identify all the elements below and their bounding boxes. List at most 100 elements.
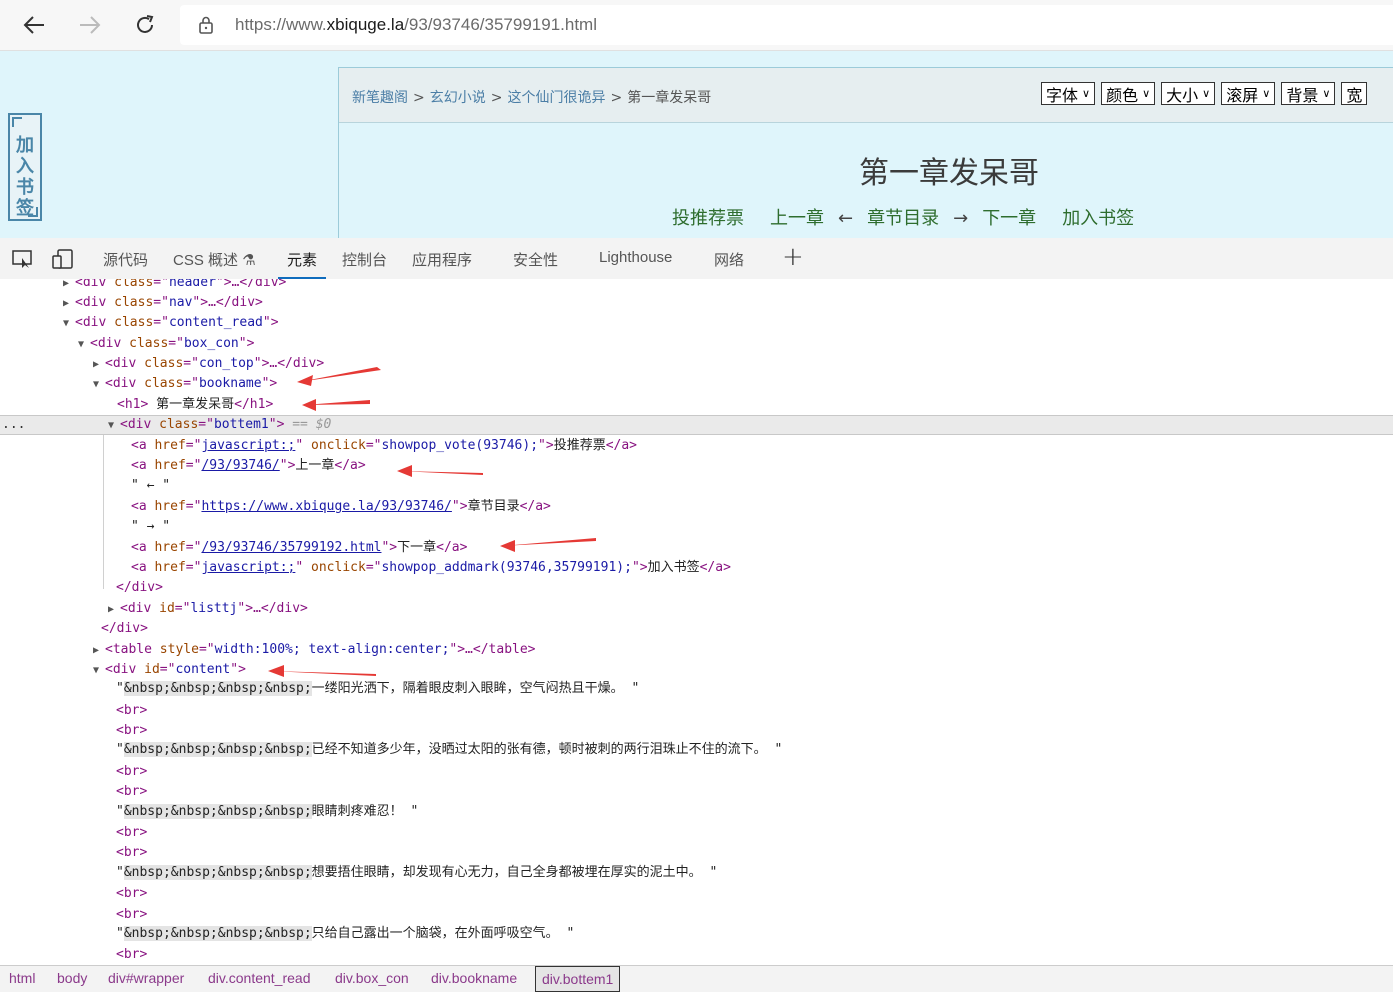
side-bookmark-button[interactable]: 加入书签 — [8, 113, 42, 221]
background-select[interactable]: 背景 ∨ — [1281, 82, 1336, 105]
dom-text-node[interactable]: "&nbsp;&nbsp;&nbsp;&nbsp;只给自己露出一个脑袋，在外面呼… — [116, 924, 574, 944]
width-select[interactable]: 宽 — [1341, 82, 1368, 105]
dom-node[interactable]: ▶ <div id="listtj">…</div> — [108, 599, 308, 619]
crumb-content-read[interactable]: div.content_read — [208, 970, 310, 986]
chevron-down-icon: ∨ — [1142, 87, 1151, 100]
refresh-button[interactable] — [129, 9, 161, 41]
dom-br[interactable]: <br> — [116, 823, 147, 843]
expand-arrow-icon[interactable]: ▶ — [63, 294, 75, 314]
add-tab-icon[interactable]: + — [782, 242, 804, 272]
breadcrumb-separator: > — [610, 90, 623, 106]
chapter-nav: 投推荐票 上一章 ← 章节目录 → 下一章 加入书签 — [672, 204, 1134, 230]
back-button[interactable] — [18, 9, 50, 41]
chevron-down-icon: ∨ — [1322, 87, 1331, 100]
dom-text-node[interactable]: " → " — [131, 517, 170, 537]
site-breadcrumb: 新笔趣阁 > 玄幻小说 > 这个仙门很诡异 > 第一章发呆哥 — [352, 87, 711, 107]
dom-node[interactable]: ▶ <div class="nav">…</div> — [63, 293, 263, 313]
tab-sources[interactable]: 源代码 — [103, 249, 148, 270]
tab-css-overview-label: CSS 概述 — [173, 252, 239, 269]
size-select[interactable]: 大小 ∨ — [1161, 82, 1216, 105]
crumb-wrapper[interactable]: div#wrapper — [108, 970, 184, 986]
dom-node[interactable]: <a href="javascript:;" onclick="showpop_… — [131, 436, 637, 456]
collapse-arrow-icon[interactable]: ▼ — [93, 661, 105, 681]
dom-text-node[interactable]: " ← " — [131, 476, 170, 496]
dom-node[interactable]: ▶ <div class="con_top">…</div> — [93, 354, 324, 374]
dom-node[interactable]: ▼ <div class="bookname"> — [93, 374, 277, 394]
chevron-down-icon: ∨ — [1202, 87, 1211, 100]
arrow-right: → — [953, 208, 969, 229]
breadcrumb-category[interactable]: 玄幻小说 — [430, 90, 486, 106]
dom-close-tag[interactable]: </div> — [101, 619, 148, 639]
expand-arrow-icon[interactable]: ▶ — [93, 355, 105, 375]
vote-link[interactable]: 投推荐票 — [672, 208, 744, 229]
color-select[interactable]: 颜色 ∨ — [1101, 82, 1156, 105]
dom-node[interactable]: <a href="javascript:;" onclick="showpop_… — [131, 558, 731, 578]
collapse-arrow-icon[interactable]: ▼ — [78, 335, 90, 355]
dom-br[interactable]: <br> — [116, 762, 147, 782]
crumb-body[interactable]: body — [57, 970, 87, 986]
next-chapter-link[interactable]: 下一章 — [982, 208, 1036, 229]
address-bar[interactable]: https://www.xbiquge.la/93/93746/35799191… — [180, 5, 1393, 45]
crumb-html[interactable]: html — [9, 970, 35, 986]
dom-br[interactable]: <br> — [116, 701, 147, 721]
crumb-bottem1[interactable]: div.bottem1 — [535, 966, 621, 992]
expand-arrow-icon[interactable]: ▶ — [93, 641, 105, 661]
crumb-box-con[interactable]: div.box_con — [335, 970, 409, 986]
dom-close-tag[interactable]: </div> — [116, 578, 163, 598]
dom-node[interactable]: ▼ <div class="content_read"> — [63, 313, 279, 333]
prev-chapter-link[interactable]: 上一章 — [770, 208, 824, 229]
dom-br[interactable]: <br> — [116, 843, 147, 863]
lock-icon — [199, 16, 213, 34]
dom-text-node[interactable]: "&nbsp;&nbsp;&nbsp;&nbsp;已经不知道多少年，没晒过太阳的… — [116, 740, 782, 760]
font-select[interactable]: 字体 ∨ — [1041, 82, 1096, 105]
add-bookmark-link[interactable]: 加入书签 — [1062, 208, 1134, 229]
dom-node-selected[interactable]: ▼ <div class="bottem1"> == $0 — [108, 415, 331, 435]
dom-node[interactable]: <h1> 第一章发呆哥</h1> — [117, 395, 273, 415]
collapse-arrow-icon[interactable]: ▼ — [63, 314, 75, 334]
dom-node[interactable]: <a href="/93/93746/35799192.html">下一章</a… — [131, 538, 467, 558]
breadcrumb-home[interactable]: 新笔趣阁 — [352, 90, 408, 106]
crumb-bookname[interactable]: div.bookname — [431, 970, 517, 986]
flask-icon: ⚗ — [242, 252, 256, 269]
scroll-select-label: 滚屏 — [1226, 85, 1259, 105]
collapse-arrow-icon[interactable]: ▼ — [108, 416, 120, 436]
device-emulation-icon[interactable] — [52, 249, 74, 269]
tab-network[interactable]: 网络 — [714, 249, 744, 270]
forward-button[interactable] — [74, 9, 106, 41]
dom-node[interactable]: ▶ <div class="header">…</div> — [63, 279, 286, 293]
tab-console[interactable]: 控制台 — [342, 249, 387, 270]
dom-node[interactable]: ▼ <div id="content"> — [93, 660, 246, 680]
toc-link[interactable]: 章节目录 — [867, 208, 939, 229]
scroll-select[interactable]: 滚屏 ∨ — [1221, 82, 1276, 105]
dom-text-node[interactable]: "&nbsp;&nbsp;&nbsp;&nbsp;眼睛刺疼难忍！ " — [116, 802, 418, 822]
dom-text-node[interactable]: "&nbsp;&nbsp;&nbsp;&nbsp;想要捂住眼睛，却发现有心无力，… — [116, 863, 717, 883]
side-bookmark-label: 加入书签 — [16, 135, 34, 219]
tab-css-overview[interactable]: CSS 概述 ⚗ — [173, 249, 256, 270]
collapse-arrow-icon[interactable]: ▼ — [93, 375, 105, 395]
breadcrumb-book[interactable]: 这个仙门很诡异 — [507, 90, 605, 106]
dom-br[interactable]: <br> — [116, 721, 147, 741]
inspect-icon[interactable] — [12, 249, 34, 269]
dom-br[interactable]: <br> — [116, 945, 147, 965]
annotation-arrow — [268, 665, 376, 677]
tab-application[interactable]: 应用程序 — [412, 249, 472, 270]
chevron-down-icon: ∨ — [1262, 87, 1271, 100]
dom-br[interactable]: <br> — [116, 905, 147, 925]
dom-node[interactable]: ▼ <div class="box_con"> — [78, 334, 254, 354]
annotation-arrow — [302, 399, 370, 411]
more-options-icon[interactable]: ... — [2, 417, 25, 432]
font-select-label: 字体 — [1046, 85, 1079, 105]
tab-security[interactable]: 安全性 — [513, 249, 558, 270]
tab-elements[interactable]: 元素 — [287, 249, 317, 270]
dom-br[interactable]: <br> — [116, 782, 147, 802]
arrow-left-icon — [23, 16, 44, 34]
arrow-left: ← — [838, 208, 854, 229]
dom-node[interactable]: <a href="/93/93746/">上一章</a> — [131, 456, 366, 476]
dom-br[interactable]: <br> — [116, 884, 147, 904]
dom-node[interactable]: ▶ <table style="width:100%; text-align:ce… — [93, 640, 536, 660]
tab-lighthouse[interactable]: Lighthouse — [599, 249, 672, 266]
expand-arrow-icon[interactable]: ▶ — [108, 600, 120, 620]
expand-arrow-icon[interactable]: ▶ — [63, 279, 75, 294]
dom-text-node[interactable]: "&nbsp;&nbsp;&nbsp;&nbsp;一缕阳光洒下，隔着眼皮刺入眼眸… — [116, 679, 639, 699]
dom-node[interactable]: <a href="https://www.xbiquge.la/93/93746… — [131, 497, 551, 517]
